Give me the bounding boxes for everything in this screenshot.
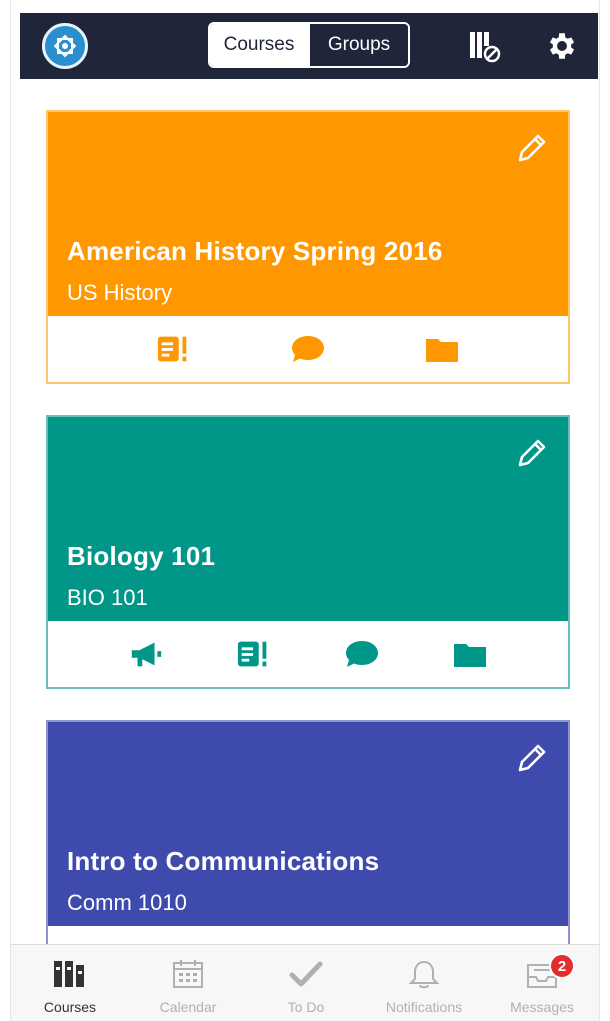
course-title: Intro to Communications bbox=[67, 846, 380, 876]
discussions-icon[interactable] bbox=[290, 331, 326, 367]
assignments-icon[interactable] bbox=[156, 331, 192, 367]
tab-todo[interactable]: To Do bbox=[247, 945, 365, 1021]
pencil-icon[interactable] bbox=[514, 740, 550, 776]
course-title: American History Spring 2016 bbox=[67, 236, 443, 266]
assignments-icon[interactable] bbox=[236, 636, 272, 672]
course-code: Comm 1010 bbox=[67, 890, 187, 915]
tab-label: Courses bbox=[43, 999, 97, 1015]
tab-label: Notifications bbox=[385, 999, 463, 1015]
unread-badge: 2 bbox=[549, 953, 575, 979]
course-card[interactable]: American History Spring 2016 US History bbox=[46, 110, 570, 384]
courses-groups-toggle: Courses Groups bbox=[208, 22, 410, 68]
tab-label: Messages bbox=[510, 999, 574, 1015]
bottom-tab-bar: Courses Calendar To Do Notifications 2 M… bbox=[11, 944, 599, 1021]
course-code: US History bbox=[67, 280, 173, 305]
announcements-icon[interactable] bbox=[128, 636, 164, 672]
app-frame: Courses Groups American History Spring 2… bbox=[10, 0, 600, 1021]
checkmark-icon bbox=[289, 961, 323, 987]
course-card[interactable]: Biology 101 BIO 101 bbox=[46, 415, 570, 689]
tab-calendar[interactable]: Calendar bbox=[129, 945, 247, 1021]
course-actions bbox=[48, 316, 568, 382]
tab-messages[interactable]: 2 Messages bbox=[483, 945, 599, 1021]
app-logo-icon[interactable] bbox=[42, 23, 88, 69]
discussions-icon[interactable] bbox=[344, 636, 380, 672]
tab-notifications[interactable]: Notifications bbox=[365, 945, 483, 1021]
course-title: Biology 101 bbox=[67, 541, 216, 571]
course-code: BIO 101 bbox=[67, 585, 148, 610]
pencil-icon[interactable] bbox=[514, 130, 550, 166]
sort-cards-icon[interactable] bbox=[466, 28, 502, 64]
segment-groups[interactable]: Groups bbox=[308, 24, 408, 66]
segment-courses[interactable]: Courses bbox=[210, 24, 308, 66]
tab-courses[interactable]: Courses bbox=[11, 945, 129, 1021]
course-card-header[interactable]: American History Spring 2016 US History bbox=[48, 112, 568, 316]
gear-icon[interactable] bbox=[544, 28, 580, 64]
course-card-header[interactable]: Biology 101 BIO 101 bbox=[48, 417, 568, 621]
files-icon[interactable] bbox=[452, 636, 488, 672]
bell-icon bbox=[408, 960, 440, 989]
tab-label: Calendar bbox=[159, 999, 217, 1015]
pencil-icon[interactable] bbox=[514, 435, 550, 471]
course-card-header[interactable]: Intro to Communications Comm 1010 bbox=[48, 722, 568, 926]
calendar-icon bbox=[173, 960, 203, 988]
files-icon[interactable] bbox=[424, 331, 460, 367]
tab-label: To Do bbox=[287, 999, 325, 1015]
top-nav-bar: Courses Groups bbox=[20, 13, 598, 79]
courses-icon bbox=[54, 961, 84, 987]
course-actions bbox=[48, 621, 568, 687]
